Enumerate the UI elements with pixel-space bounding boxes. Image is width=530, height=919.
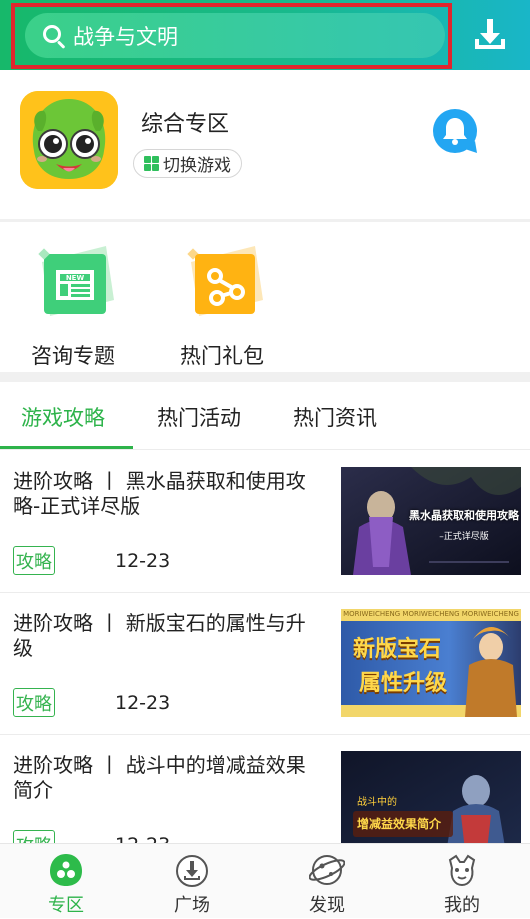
nav-label: 发现 — [309, 895, 345, 916]
tab-hot-news[interactable]: 热门资讯 — [293, 402, 377, 432]
article-title: 进阶攻略 丨 黑水晶获取和使用攻略-正式详尽版 — [13, 469, 306, 518]
bottom-navigation: 专区 广场 发现 我的 — [0, 843, 530, 918]
search-query-text: 战争与文明 — [73, 24, 178, 49]
top-bar: 战争与文明 — [0, 0, 530, 70]
zone-title: 综合专区 — [141, 112, 230, 137]
svg-text:NEW: NEW — [66, 274, 85, 282]
grid-icon — [144, 156, 159, 171]
article-date: 12-23 — [115, 692, 171, 714]
quick-entry-news[interactable]: NEW 咨询专题 — [18, 236, 128, 368]
search-highlight-frame: 战争与文明 — [11, 3, 452, 69]
tab-game-guides[interactable]: 游戏攻略 — [21, 402, 105, 432]
nav-label: 专区 — [48, 895, 84, 916]
article-thumbnail: MORIWEICHENG MORIWEICHENG MORIWEICHENG 新… — [341, 609, 521, 717]
list-item[interactable]: 进阶攻略 丨 新版宝石的属性与升级 攻略 12-23 MORIWEICHENG … — [0, 593, 530, 735]
news-icon: NEW — [34, 240, 116, 322]
article-title: 进阶攻略 丨 战斗中的增减益效果简介 — [13, 753, 306, 802]
bell-icon — [433, 109, 477, 153]
nav-plaza[interactable]: 广场 — [126, 844, 258, 919]
article-title: 进阶攻略 丨 新版宝石的属性与升级 — [13, 611, 306, 660]
thumbnail-banner: MORIWEICHENG MORIWEICHENG MORIWEICHENG — [343, 610, 519, 618]
quick-entry-label: 热门礼包 — [180, 344, 264, 368]
download-icon — [475, 19, 505, 49]
quick-entry-gift[interactable]: 热门礼包 — [167, 236, 277, 368]
article-date: 12-23 — [115, 550, 171, 572]
thumbnail-caption: 黑水晶获取和使用攻略 — [409, 509, 519, 522]
section-divider — [0, 372, 530, 382]
active-tab-indicator — [0, 446, 133, 449]
nav-label: 广场 — [174, 895, 210, 916]
content-tabs: 游戏攻略 热门活动 热门资讯 — [0, 382, 530, 450]
notification-button[interactable] — [431, 107, 479, 155]
article-thumbnail: 黑水晶获取和使用攻略 –正式详尽版 — [341, 467, 521, 575]
mascot-logo-icon — [20, 91, 118, 189]
profile-icon — [444, 852, 480, 888]
quick-entries: NEW 咨询专题 热门礼包 — [0, 222, 530, 372]
game-logo[interactable] — [20, 91, 118, 189]
gift-share-icon — [183, 240, 265, 322]
quick-entry-label: 咨询专题 — [31, 344, 115, 368]
plaza-icon — [174, 852, 210, 888]
nav-profile[interactable]: 我的 — [396, 844, 528, 919]
switch-game-button[interactable]: 切换游戏 — [133, 149, 242, 178]
zone-info: 综合专区 切换游戏 — [0, 70, 530, 220]
guide-tag: 攻略 — [13, 546, 55, 575]
thumbnail-subcaption: 增减益效果简介 — [357, 817, 442, 831]
nav-zone[interactable]: 专区 — [0, 844, 132, 919]
thumbnail-caption: 新版宝石 — [353, 637, 442, 662]
thumbnail-caption: 战斗中的 — [357, 797, 397, 808]
discover-icon — [308, 852, 346, 888]
search-icon — [41, 23, 67, 49]
guide-tag: 攻略 — [13, 688, 55, 717]
nav-label: 我的 — [444, 895, 480, 916]
thumbnail-subcaption: 属性升级 — [359, 671, 448, 696]
download-button[interactable] — [460, 10, 520, 60]
thumbnail-subcaption: –正式详尽版 — [439, 532, 489, 542]
zone-icon — [48, 852, 84, 888]
search-input[interactable]: 战争与文明 — [25, 13, 445, 58]
switch-game-label: 切换游戏 — [163, 156, 231, 176]
tab-hot-events[interactable]: 热门活动 — [157, 402, 241, 432]
list-item[interactable]: 进阶攻略 丨 黑水晶获取和使用攻略-正式详尽版 攻略 12-23 黑水晶获取和使… — [0, 451, 530, 593]
nav-discover[interactable]: 发现 — [261, 844, 393, 919]
